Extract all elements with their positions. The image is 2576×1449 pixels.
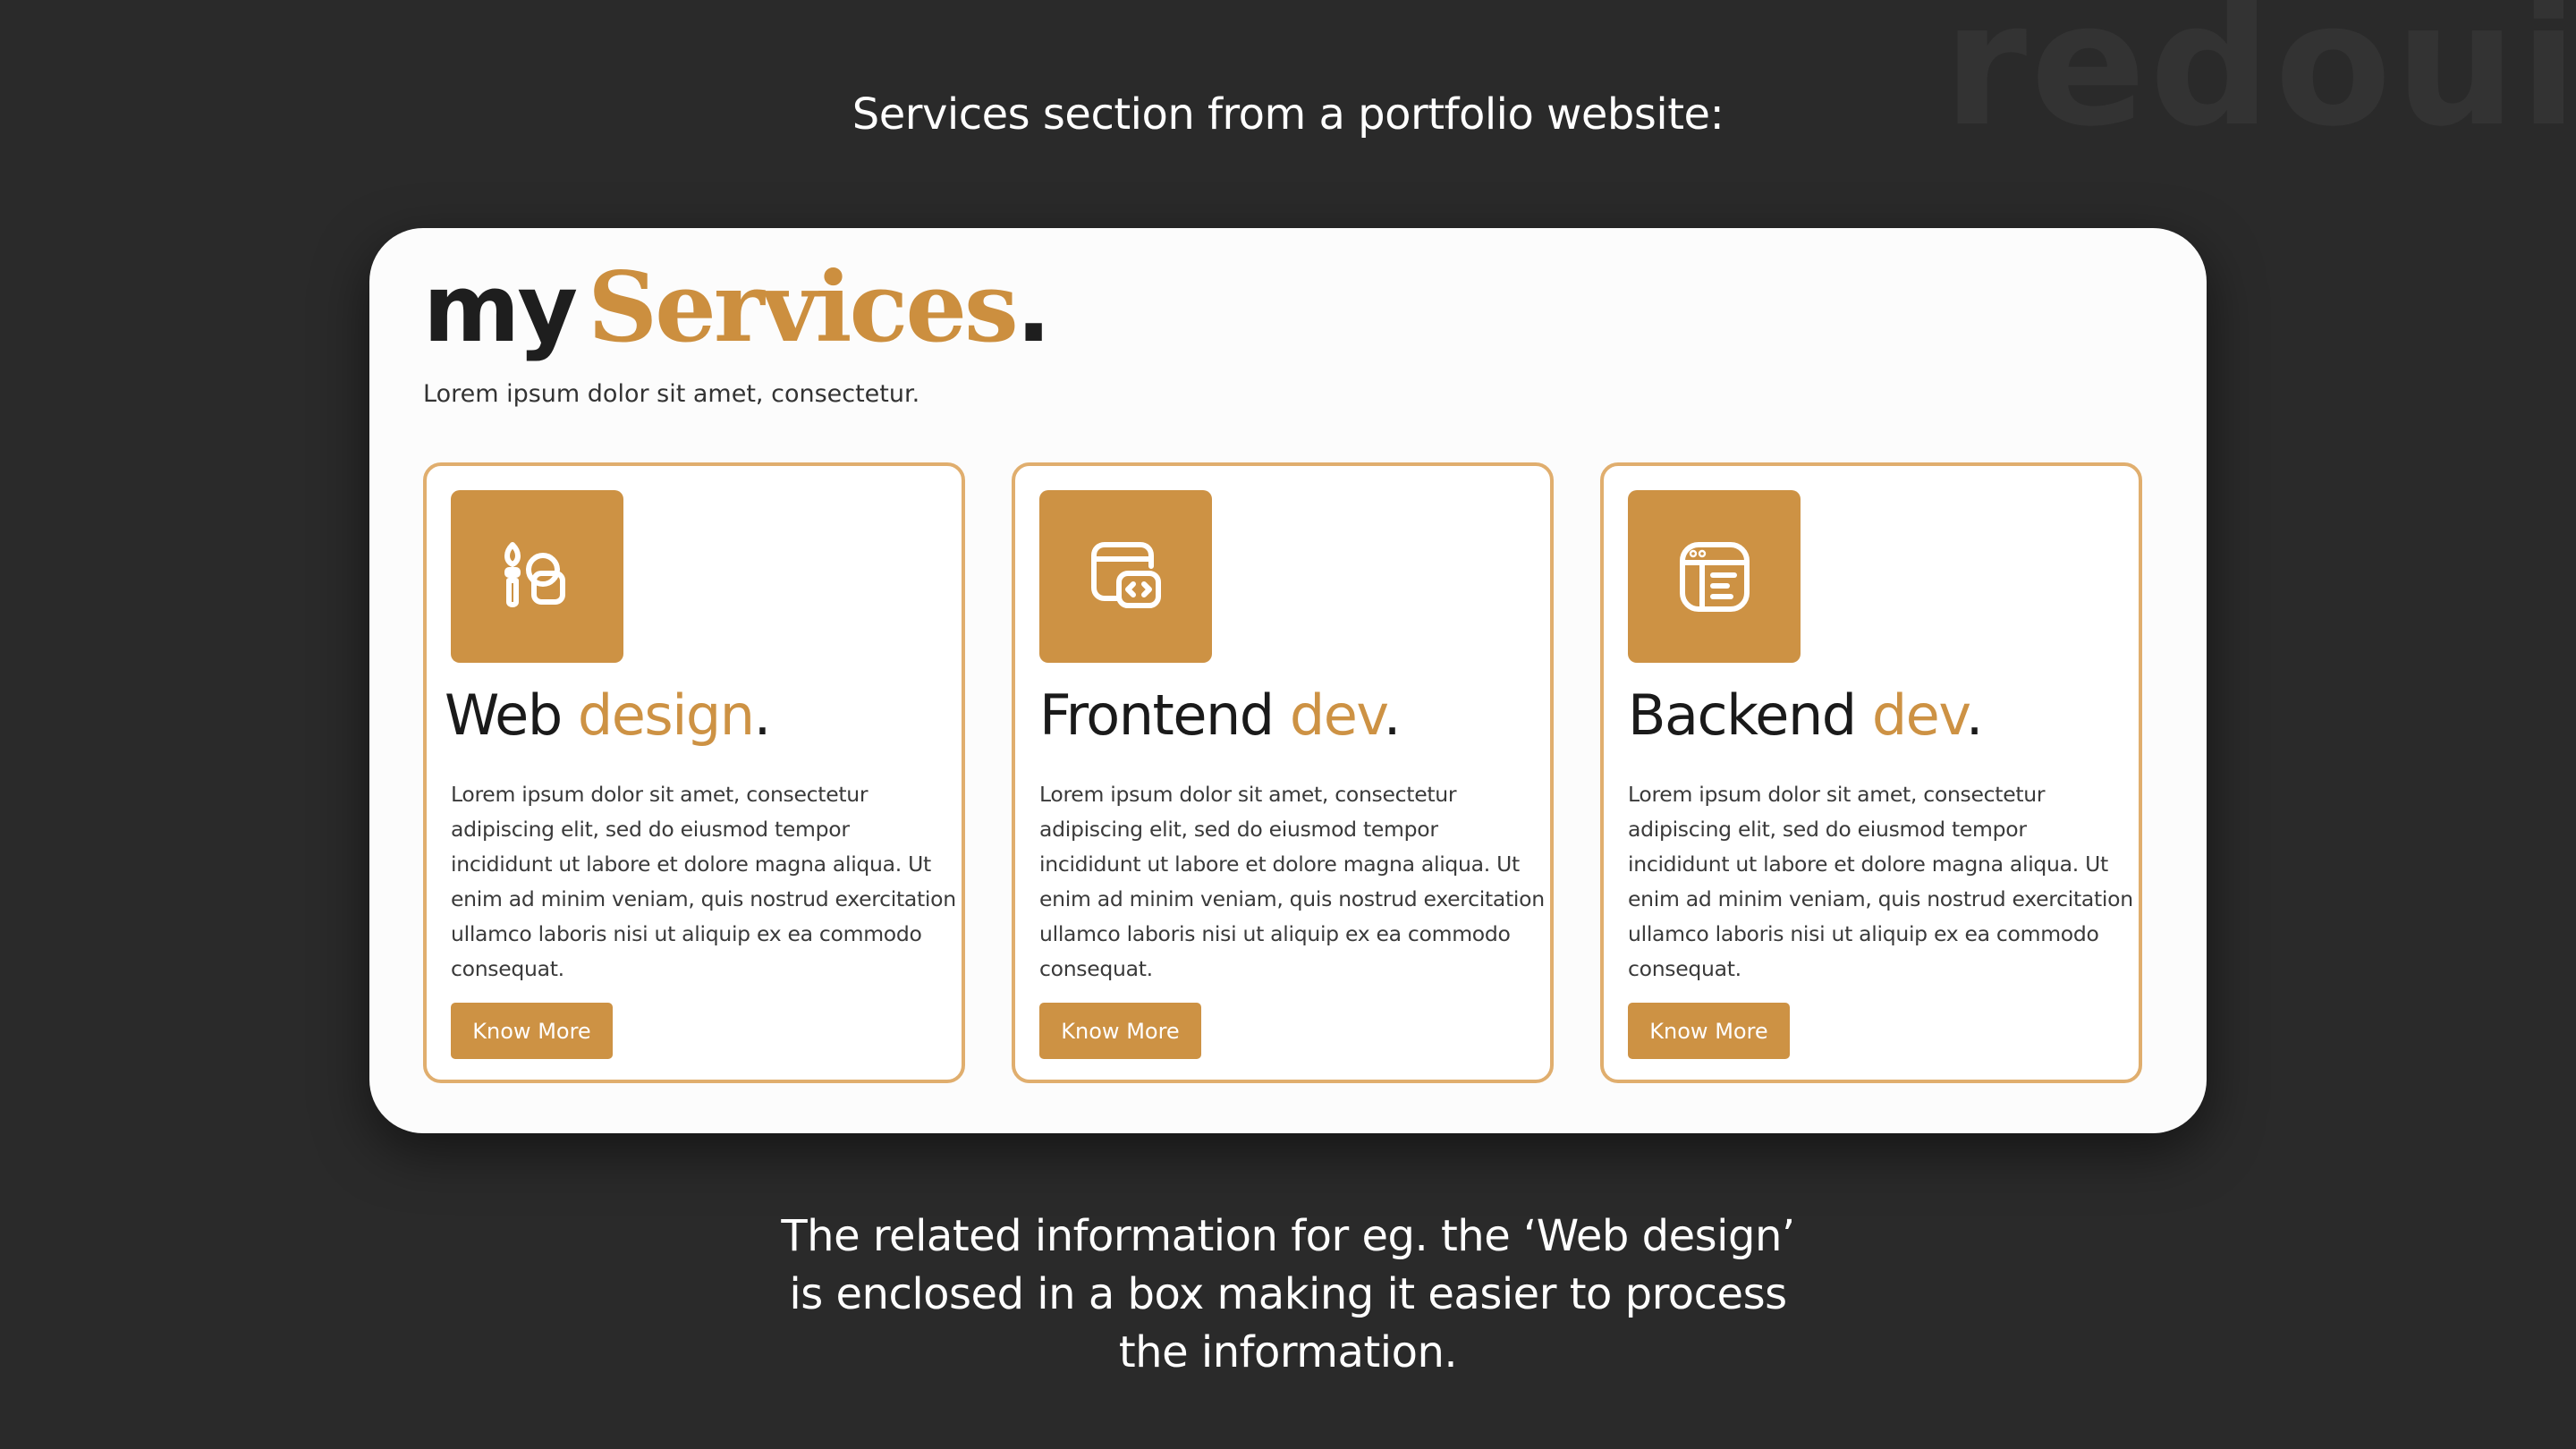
service-card-backend-dev: Backend dev. Lorem ipsum dolor sit amet,… [1600, 462, 2142, 1083]
services-panel: my Services. Lorem ipsum dolor sit amet, … [369, 228, 2207, 1133]
brush-shapes-icon [451, 490, 623, 663]
know-more-button[interactable]: Know More [451, 1003, 613, 1059]
card-title-accent: dev [1289, 682, 1385, 748]
caption-line: is enclosed in a box making it easier to… [789, 1269, 1787, 1319]
card-title: Web design. [445, 688, 771, 743]
card-title-dot: . [753, 682, 772, 748]
card-title: Backend dev. [1628, 688, 1983, 743]
card-title-main: Web [445, 682, 563, 748]
card-description: Lorem ipsum dolor sit amet, consectetur … [1039, 782, 1545, 981]
code-window-icon [1039, 490, 1212, 663]
card-title-main: Backend [1628, 682, 1857, 748]
section-title-my: my [423, 254, 578, 363]
section-title-dot: . [1015, 254, 1052, 363]
card-title: Frontend dev. [1039, 688, 1401, 743]
server-layout-icon [1628, 490, 1801, 663]
know-more-button[interactable]: Know More [1628, 1003, 1790, 1059]
service-card-web-design: Web design. Lorem ipsum dolor sit amet, … [423, 462, 965, 1083]
card-description: Lorem ipsum dolor sit amet, consectetur … [451, 782, 956, 981]
caption-line: the information. [1118, 1327, 1458, 1377]
section-subtitle: Lorem ipsum dolor sit amet, consectetur. [423, 380, 920, 408]
card-description: Lorem ipsum dolor sit amet, consectetur … [1628, 782, 2133, 981]
card-title-accent: dev [1871, 682, 1967, 748]
card-title-dot: . [1383, 682, 1402, 748]
card-title-dot: . [1965, 682, 1984, 748]
card-title-accent: design [577, 682, 755, 748]
page-heading: Services section from a portfolio websit… [852, 89, 1724, 140]
service-card-frontend-dev: Frontend dev. Lorem ipsum dolor sit amet… [1012, 462, 1554, 1083]
know-more-button[interactable]: Know More [1039, 1003, 1201, 1059]
caption-line: The related information for eg. the ‘Web… [781, 1211, 1795, 1261]
section-title: my Services. [423, 259, 1051, 356]
card-title-main: Frontend [1039, 682, 1275, 748]
caption: The related information for eg. the ‘Web… [0, 1208, 2576, 1382]
section-title-services: Services [588, 251, 1019, 364]
